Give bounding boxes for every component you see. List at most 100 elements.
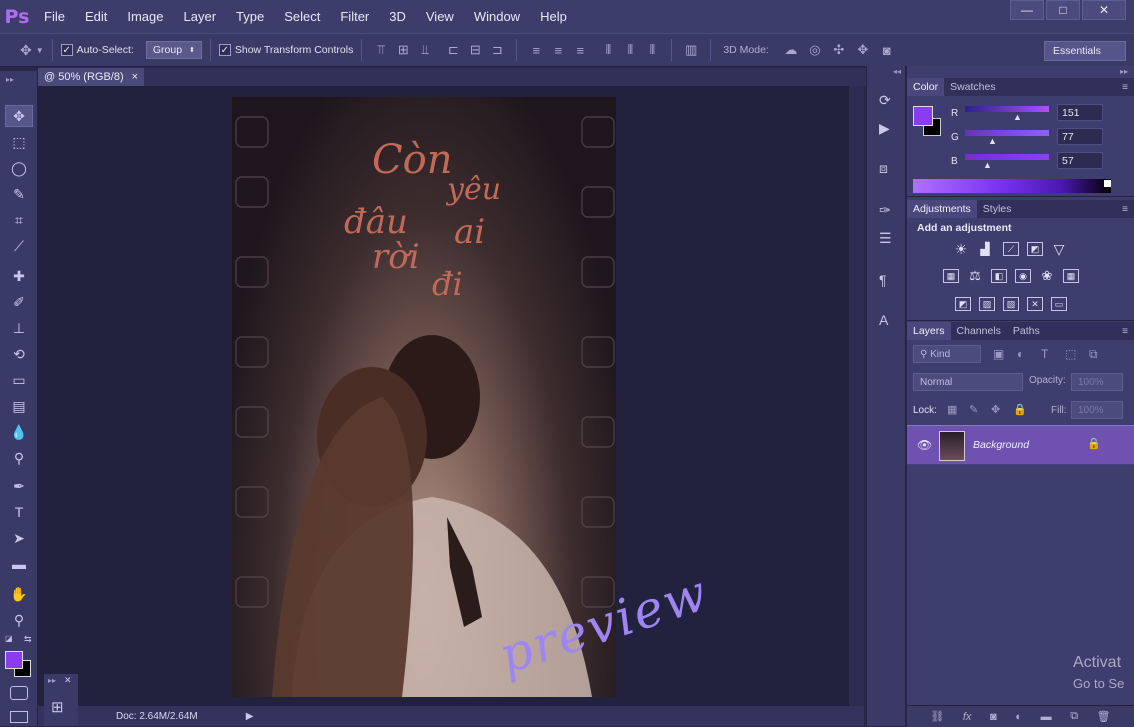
tab-layers[interactable]: Layers <box>907 322 951 340</box>
ramp-white-swatch[interactable] <box>1104 180 1111 187</box>
type-tool-icon[interactable]: T <box>5 501 33 523</box>
menu-edit[interactable]: Edit <box>75 9 117 24</box>
filter-shape-icon[interactable]: ⬚ <box>1065 347 1076 361</box>
crop-tool-icon[interactable]: ⌗ <box>5 209 33 231</box>
3d-roll-icon[interactable]: ◎ <box>803 42 827 58</box>
history-brush-tool-icon[interactable]: ⟲ <box>5 343 33 365</box>
menu-file[interactable]: File <box>34 9 75 24</box>
minimize-button[interactable]: — <box>1010 0 1044 20</box>
maximize-button[interactable]: □ <box>1046 0 1080 20</box>
history-panel-icon[interactable]: ⟳ <box>879 92 891 109</box>
add-mask-icon[interactable]: ◙ <box>990 711 997 723</box>
character-panel-icon[interactable]: A <box>879 312 888 328</box>
opacity-field[interactable]: 100% <box>1071 373 1123 391</box>
invert-icon[interactable]: ◩ <box>955 297 971 311</box>
healing-brush-tool-icon[interactable]: ✚ <box>5 265 33 287</box>
pen-tool-icon[interactable]: ✒ <box>5 475 33 497</box>
hand-tool-icon[interactable]: ✋ <box>5 583 33 605</box>
layer-row-background[interactable]: 👁 Background 🔒 <box>907 425 1134 465</box>
photo-filter-icon[interactable]: ◉ <box>1015 269 1031 283</box>
align-bottom-icon[interactable]: ⫫ <box>414 42 436 58</box>
vibrance-icon[interactable]: ▽ <box>1051 241 1067 257</box>
menu-view[interactable]: View <box>416 9 464 24</box>
status-menu-arrow-icon[interactable]: ▶ <box>246 711 254 722</box>
quick-select-tool-icon[interactable]: ✎ <box>5 183 33 205</box>
posterize-icon[interactable]: ▨ <box>979 297 995 311</box>
filter-type-icon[interactable]: T <box>1041 347 1048 361</box>
exposure-icon[interactable]: ◩ <box>1027 242 1043 256</box>
expand-arrows-icon[interactable]: ◂◂ <box>893 67 901 76</box>
align-right-icon[interactable]: ⊐ <box>486 42 508 58</box>
hue-saturation-icon[interactable]: ▦ <box>943 269 959 283</box>
link-layers-icon[interactable]: ⛓ <box>930 710 944 723</box>
red-slider-track[interactable] <box>965 106 1049 112</box>
document-tab[interactable]: @ 50% (RGB/8) × <box>38 68 144 86</box>
blue-slider-track[interactable] <box>965 154 1049 160</box>
dodge-tool-icon[interactable]: ⚲ <box>5 447 33 469</box>
layer-name[interactable]: Background <box>973 439 1029 451</box>
3d-scale-icon[interactable]: ◙ <box>875 43 899 58</box>
eraser-tool-icon[interactable]: ▭ <box>5 369 33 391</box>
visibility-eye-icon[interactable]: 👁 <box>917 438 932 452</box>
distribute-right-icon[interactable]: ⦀ <box>641 42 663 58</box>
clone-stamp-tool-icon[interactable]: ⊥ <box>5 317 33 339</box>
align-hcenter-icon[interactable]: ⊟ <box>464 42 486 58</box>
curves-icon[interactable]: ⟋ <box>1003 242 1019 256</box>
collapse-arrows-icon[interactable]: ▸▸ <box>6 75 14 84</box>
blend-mode-dropdown[interactable]: Normal <box>913 373 1023 391</box>
swap-colors-icon[interactable]: ⇆ <box>24 634 32 645</box>
panel-menu-icon[interactable]: ≡ <box>1122 82 1128 93</box>
menu-3d[interactable]: 3D <box>379 9 416 24</box>
color-ramp[interactable] <box>913 179 1111 193</box>
auto-align-icon[interactable]: ▥ <box>680 42 702 58</box>
threshold-icon[interactable]: ▧ <box>1003 297 1019 311</box>
distribute-left-icon[interactable]: ⦀ <box>597 42 619 58</box>
layer-style-icon[interactable]: fx <box>963 711 972 723</box>
3d-pan-icon[interactable]: ✣ <box>827 42 851 58</box>
levels-icon[interactable]: ▟ <box>977 242 993 256</box>
brush-panel-icon[interactable]: ✑ <box>879 202 891 219</box>
collapse-arrows-icon[interactable]: ▸▸ <box>48 676 56 685</box>
move-tool-icon[interactable]: ✥ <box>20 42 32 59</box>
red-value-field[interactable]: 151 <box>1057 104 1103 121</box>
default-colors-icon[interactable]: ◪ <box>5 634 13 643</box>
fill-field[interactable]: 100% <box>1071 401 1123 419</box>
tab-channels[interactable]: Channels <box>951 322 1007 340</box>
blue-slider-thumb-icon[interactable]: ▲ <box>983 160 992 170</box>
color-lookup-icon[interactable]: ▦ <box>1063 269 1079 283</box>
workspace-switcher[interactable]: Essentials <box>1044 41 1126 61</box>
timeline-icon[interactable]: ⊞ <box>51 698 64 716</box>
align-left-icon[interactable]: ⊏ <box>442 42 464 58</box>
distribute-hcenter-icon[interactable]: ⦀ <box>619 42 641 58</box>
align-top-icon[interactable]: ⫪ <box>370 42 392 58</box>
3d-orbit-icon[interactable]: ☁ <box>779 42 803 58</box>
3d-panel-icon[interactable]: ⧈ <box>879 160 888 177</box>
auto-select-dropdown[interactable]: Group ⬍ <box>145 41 202 59</box>
layer-filter-kind-dropdown[interactable]: ⚲ Kind <box>913 345 981 363</box>
black-white-icon[interactable]: ◧ <box>991 269 1007 283</box>
align-vcenter-icon[interactable]: ⊞ <box>392 42 414 58</box>
auto-select-checkbox[interactable]: ✓ <box>60 44 73 56</box>
filter-pixel-icon[interactable]: ▣ <box>993 347 1004 361</box>
close-tab-icon[interactable]: × <box>132 71 138 83</box>
3d-slide-icon[interactable]: ✥ <box>851 42 875 58</box>
lasso-tool-icon[interactable]: ◯ <box>5 157 33 179</box>
menu-window[interactable]: Window <box>464 9 530 24</box>
distribute-vcenter-icon[interactable]: ≡ <box>547 43 569 58</box>
new-layer-icon[interactable]: ⧉ <box>1070 710 1078 723</box>
gradient-map-icon[interactable]: ▭ <box>1051 297 1067 311</box>
tab-styles[interactable]: Styles <box>977 200 1018 218</box>
brightness-contrast-icon[interactable]: ☀ <box>953 241 969 257</box>
paragraph-panel-icon[interactable]: ¶ <box>879 272 887 288</box>
foreground-color-swatch[interactable] <box>5 651 23 669</box>
show-transform-checkbox[interactable]: ✓ <box>218 44 231 56</box>
menu-filter[interactable]: Filter <box>330 9 379 24</box>
tab-paths[interactable]: Paths <box>1007 322 1046 340</box>
blue-value-field[interactable]: 57 <box>1057 152 1103 169</box>
tool-preset-chevron-icon[interactable]: ▼ <box>36 46 44 55</box>
filter-smart-object-icon[interactable]: ⧉ <box>1089 347 1098 362</box>
lock-transparent-icon[interactable]: ▦ <box>947 403 957 416</box>
actions-panel-icon[interactable]: ▶ <box>879 120 890 137</box>
menu-layer[interactable]: Layer <box>174 9 227 24</box>
gradient-tool-icon[interactable]: ▤ <box>5 395 33 417</box>
